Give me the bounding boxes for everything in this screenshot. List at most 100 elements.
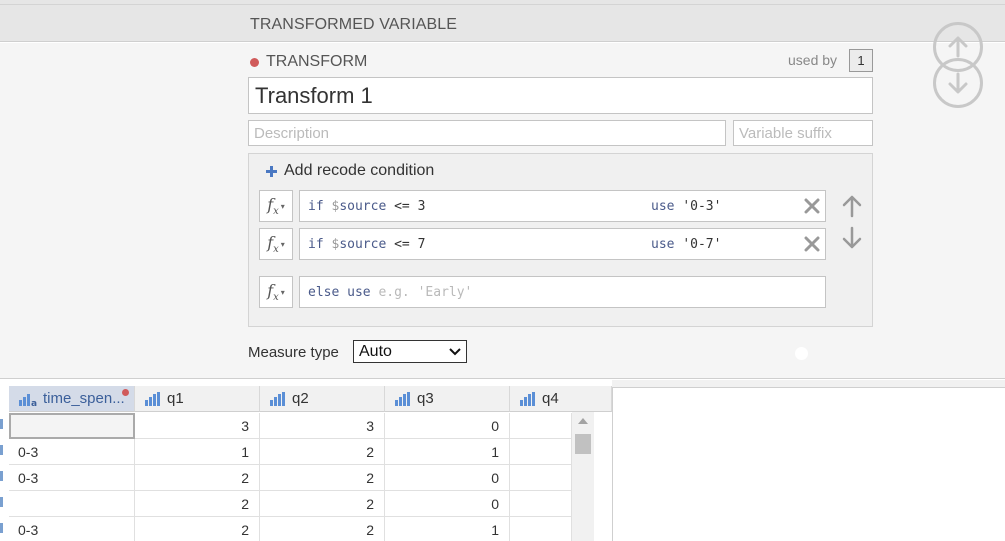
table-cell[interactable]: 0 (385, 413, 510, 439)
table-cell[interactable]: 0 (385, 465, 510, 491)
column-header-label: time_spen... (43, 390, 125, 407)
move-condition-down-button[interactable] (841, 225, 863, 251)
transform-section-label: TRANSFORM (250, 53, 367, 71)
used-by-count-badge[interactable]: 1 (849, 49, 873, 72)
table-cell[interactable] (510, 491, 572, 517)
column-header-label: q3 (417, 390, 434, 407)
add-recode-condition-button[interactable]: Add recode condition (265, 162, 434, 180)
table-cell[interactable]: 2 (135, 465, 260, 491)
scrollbar-thumb[interactable] (575, 434, 591, 454)
caret-down-icon: ▾ (280, 287, 285, 297)
column-header-q2[interactable]: q2 (260, 386, 385, 412)
row-marker (0, 419, 3, 429)
row-marker (0, 445, 3, 455)
plus-icon (266, 165, 277, 177)
status-dot-icon (122, 389, 129, 396)
table-cell[interactable] (510, 413, 572, 439)
status-dot-icon (250, 57, 259, 67)
table-cell[interactable]: 2 (260, 491, 385, 517)
table-cell[interactable] (9, 413, 135, 439)
measure-type-value: Auto (359, 342, 392, 360)
continuous-variable-icon (145, 391, 160, 406)
condition-field[interactable]: if $source <= 3 use '0-3' (299, 190, 826, 222)
table-cell[interactable]: 2 (135, 517, 260, 541)
transform-label-text: TRANSFORM (266, 53, 368, 70)
arrow-up-icon (842, 195, 862, 218)
arrow-down-icon (842, 226, 862, 249)
caret-down-icon: ▾ (280, 201, 285, 211)
table-cell[interactable] (510, 517, 572, 541)
arrow-down-icon (948, 72, 968, 94)
function-button[interactable]: fx ▾ (259, 228, 293, 260)
table-cell[interactable]: 0 (385, 491, 510, 517)
chevron-down-icon (449, 347, 461, 355)
else-expression: else use e.g. 'Early' (308, 285, 473, 300)
column-header-q1[interactable]: q1 (135, 386, 260, 412)
transformed-variable-header: TRANSFORMED VARIABLE (0, 0, 1005, 42)
table-cell[interactable]: 0-3 (9, 439, 135, 465)
vertical-scrollbar[interactable] (572, 412, 594, 541)
table-cell[interactable] (510, 439, 572, 465)
results-pane (612, 387, 1005, 541)
table-cell[interactable]: 0-3 (9, 465, 135, 491)
row-marker (0, 497, 3, 507)
caret-down-icon: ▾ (280, 239, 285, 249)
condition-field[interactable]: if $source <= 7 use '0-7' (299, 228, 826, 260)
table-cell[interactable]: 3 (135, 413, 260, 439)
condition-expression: if $source <= 7 (308, 237, 426, 252)
close-icon (804, 198, 820, 214)
header-title: TRANSFORMED VARIABLE (250, 16, 458, 33)
remove-condition-button[interactable] (801, 233, 823, 255)
function-button[interactable]: fx ▾ (259, 190, 293, 222)
function-icon: fx (267, 194, 279, 218)
table-cell[interactable]: 2 (260, 465, 385, 491)
column-header-time-spent[interactable]: a time_spen... (9, 386, 135, 412)
continuous-variable-icon (270, 391, 285, 406)
table-cell[interactable]: 2 (260, 517, 385, 541)
column-header-label: q4 (542, 390, 559, 407)
function-icon: fx (267, 280, 279, 304)
function-icon: fx (267, 232, 279, 256)
continuous-variable-icon (520, 391, 535, 406)
transform-panel: TRANSFORM used by 1 Transform 1 Descript… (0, 22, 1005, 379)
table-cell[interactable]: 1 (135, 439, 260, 465)
scroll-up-icon[interactable] (578, 418, 588, 424)
transform-name-input[interactable]: Transform 1 (248, 77, 873, 114)
measure-type-label: Measure type (248, 344, 339, 361)
table-cell[interactable]: 1 (385, 517, 510, 541)
table-cell[interactable]: 3 (260, 413, 385, 439)
row-marker (0, 471, 3, 481)
recode-conditions-box: Add recode condition fx ▾ if $source <= 3… (248, 153, 873, 327)
row-marker (0, 523, 3, 533)
column-header-label: q2 (292, 390, 309, 407)
divider (0, 4, 1005, 5)
measure-type-select[interactable]: Auto (353, 340, 467, 363)
column-header-q4[interactable]: q4 (510, 386, 612, 412)
description-input[interactable]: Description (248, 120, 726, 146)
move-condition-up-button[interactable] (841, 193, 863, 219)
used-by-label: used by (788, 52, 838, 68)
table-cell[interactable]: 2 (135, 491, 260, 517)
table-cell[interactable]: 1 (385, 439, 510, 465)
arrow-up-icon (948, 36, 968, 58)
continuous-variable-icon (395, 391, 410, 406)
function-button[interactable]: fx ▾ (259, 276, 293, 308)
add-recode-label: Add recode condition (284, 162, 435, 179)
close-icon (804, 236, 820, 252)
condition-use-value: use '0-3' (651, 199, 722, 214)
condition-use-value: use '0-7' (651, 237, 722, 252)
table-cell[interactable] (510, 465, 572, 491)
move-down-circle-button[interactable] (933, 58, 983, 108)
variable-suffix-input[interactable]: Variable suffix (733, 120, 873, 146)
remove-condition-button[interactable] (801, 195, 823, 217)
table-cell[interactable] (9, 491, 135, 517)
svg-text:a: a (31, 399, 37, 406)
condition-expression: if $source <= 3 (308, 199, 426, 214)
else-field[interactable]: else use e.g. 'Early' (299, 276, 826, 308)
data-grid: a time_spen... q1 q2 q3 q4 3 3 0 0-3 1 2 (0, 380, 612, 541)
table-cell[interactable]: 0-3 (9, 517, 135, 541)
decorative-dot (795, 347, 808, 360)
column-header-q3[interactable]: q3 (385, 386, 510, 412)
table-cell[interactable]: 2 (260, 439, 385, 465)
nominal-variable-icon: a (19, 393, 37, 406)
